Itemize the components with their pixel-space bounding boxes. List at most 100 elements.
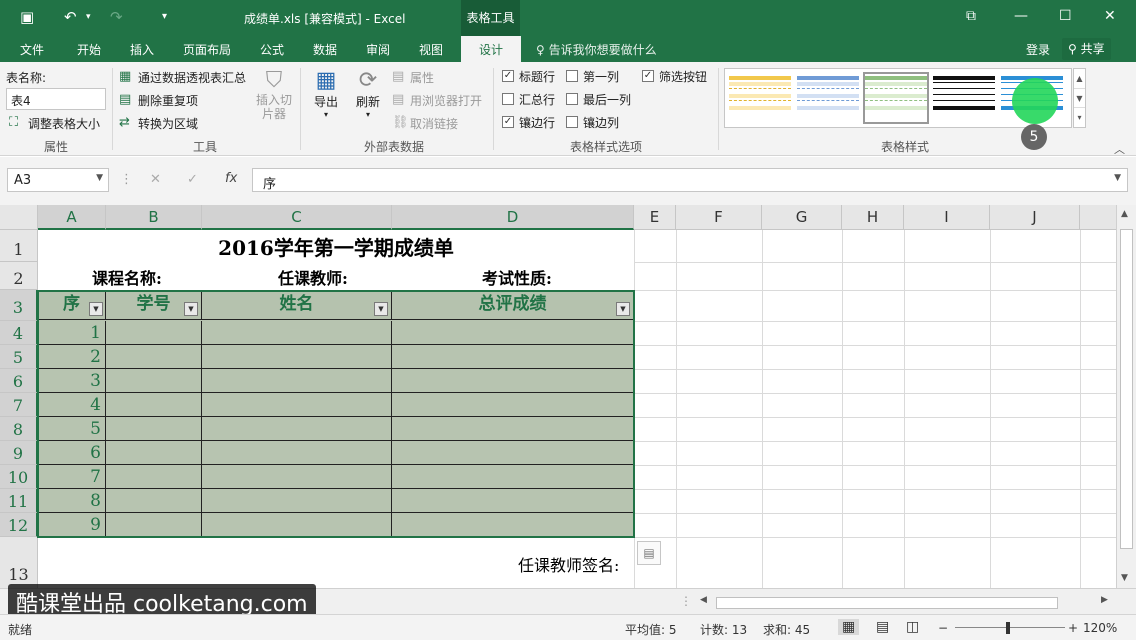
name-box-dropdown-icon[interactable]: ▼ [96,173,103,183]
table-cell[interactable] [202,417,392,441]
table-cell[interactable]: 9 [38,513,106,537]
tab-data[interactable]: 数据 [313,41,337,58]
zoom-slider-thumb[interactable] [1006,622,1010,634]
table-cell[interactable] [202,513,392,537]
zoom-level[interactable]: 120% [1083,621,1117,635]
scroll-down-icon[interactable]: ▼ [1121,573,1128,583]
table-cell[interactable] [106,465,202,489]
last-column-checkbox[interactable] [566,93,578,105]
tab-file[interactable]: 文件 [20,41,44,58]
table-cell[interactable]: 6 [38,441,106,465]
filter-dropdown-icon[interactable]: ▼ [374,302,388,316]
minimize-icon[interactable]: — [1014,8,1028,24]
export-button[interactable]: ▦ 导出 ▾ [308,68,344,119]
table-cell[interactable] [392,513,634,537]
header-cell-name[interactable]: 姓名 ▼ [202,290,392,320]
collapse-ribbon-icon[interactable]: ︿ [1114,141,1125,157]
table-cell[interactable] [106,441,202,465]
table-cell[interactable] [106,489,202,513]
gallery-more-icon[interactable]: ▾ [1074,107,1085,126]
table-cell[interactable]: 3 [38,369,106,393]
expand-formula-bar-icon[interactable]: ▼ [1114,173,1121,183]
insert-function-button[interactable]: fx [225,171,237,186]
table-cell[interactable] [392,369,634,393]
zoom-out-icon[interactable]: − [938,621,948,635]
column-header-a[interactable]: A [38,205,106,230]
header-cell-student-id[interactable]: 学号 ▼ [106,290,202,320]
first-column-checkbox[interactable] [566,70,578,82]
customize-quick-access-icon[interactable]: ▾ [162,11,167,22]
table-cell[interactable] [106,513,202,537]
column-header-c[interactable]: C [202,205,392,230]
table-cell[interactable]: 8 [38,489,106,513]
tab-home[interactable]: 开始 [77,41,101,58]
table-cell[interactable]: 4 [38,393,106,417]
table-cell[interactable] [392,441,634,465]
row-header-8[interactable]: 8 [0,417,38,441]
grades-table[interactable]: 序 ▼ 学号 ▼ 姓名 ▼ 总评成绩 ▼ 123456789 [38,290,634,537]
scroll-left-icon[interactable]: ◀ [700,595,707,605]
normal-view-icon[interactable]: ▦ [838,619,860,635]
table-cell[interactable] [392,465,634,489]
remove-duplicates-button[interactable]: 删除重复项 [138,92,198,109]
table-style-yellow[interactable] [729,74,791,122]
select-all-corner[interactable] [0,205,38,230]
table-cell[interactable] [202,489,392,513]
filter-dropdown-icon[interactable]: ▼ [89,302,103,316]
login-link[interactable]: 登录 [1026,41,1050,58]
column-header-b[interactable]: B [106,205,202,230]
column-header-k[interactable] [1080,205,1116,230]
tab-split-grip-icon[interactable]: ⋮ [680,594,692,608]
column-header-i[interactable]: I [904,205,990,230]
table-cell[interactable] [106,393,202,417]
resize-table-button[interactable]: 调整表格大小 [28,115,100,132]
tab-page-layout[interactable]: 页面布局 [183,41,231,58]
page-layout-view-icon[interactable]: ▤ [876,619,889,635]
table-cell[interactable] [392,345,634,369]
tab-formulas[interactable]: 公式 [260,41,284,58]
row-header-13[interactable]: 13 [0,537,38,588]
column-header-j[interactable]: J [990,205,1080,230]
row-header-2[interactable]: 2 [0,262,38,290]
zoom-in-icon[interactable]: + [1068,621,1078,635]
refresh-button[interactable]: ⟳ 刷新 ▾ [350,68,386,119]
table-cell[interactable] [202,345,392,369]
undo-dropdown-icon[interactable]: ▾ [86,12,91,22]
ribbon-display-options-icon[interactable]: ⧉ [966,8,976,24]
banded-rows-checkbox[interactable]: ✓ [502,116,514,128]
maximize-icon[interactable]: ☐ [1059,8,1072,24]
filter-button-checkbox[interactable]: ✓ [642,70,654,82]
row-header-4[interactable]: 4 [0,321,38,345]
row-header-1[interactable]: 1 [0,230,38,262]
column-header-e[interactable]: E [634,205,676,230]
gallery-up-icon[interactable]: ▲ [1074,69,1085,88]
table-cell[interactable] [106,321,202,345]
undo-icon[interactable]: ↶ [64,8,77,26]
row-header-6[interactable]: 6 [0,369,38,393]
table-cell[interactable] [392,417,634,441]
name-box[interactable]: A3 ▼ [7,168,109,192]
filter-dropdown-icon[interactable]: ▼ [616,302,630,316]
tab-view[interactable]: 视图 [419,41,443,58]
worksheet-grid[interactable]: A B C D E F G H I J 1 2 3 4 5 6 7 8 9 10… [0,205,1116,588]
convert-to-range-button[interactable]: 转换为区域 [138,115,198,132]
table-style-green-selected[interactable] [863,72,929,124]
tell-me-search[interactable]: ♀ 告诉我你想要做什么 [536,41,657,58]
gallery-down-icon[interactable]: ▼ [1074,88,1085,107]
tab-insert[interactable]: 插入 [130,41,154,58]
header-cell-total-score[interactable]: 总评成绩 ▼ [392,290,634,320]
table-cell[interactable] [106,345,202,369]
table-cell[interactable]: 2 [38,345,106,369]
header-cell-seq[interactable]: 序 ▼ [38,290,106,320]
row-header-3[interactable]: 3 [0,290,38,321]
column-header-g[interactable]: G [762,205,842,230]
table-cell[interactable] [202,393,392,417]
formula-input[interactable]: 序 ▼ [252,168,1128,192]
row-header-7[interactable]: 7 [0,393,38,417]
table-cell[interactable] [106,417,202,441]
table-cell[interactable]: 1 [38,321,106,345]
column-header-d[interactable]: D [392,205,634,230]
summarize-pivot-button[interactable]: 通过数据透视表汇总 [138,69,246,86]
table-name-input[interactable]: 表4 [6,88,106,110]
banded-columns-checkbox[interactable] [566,116,578,128]
